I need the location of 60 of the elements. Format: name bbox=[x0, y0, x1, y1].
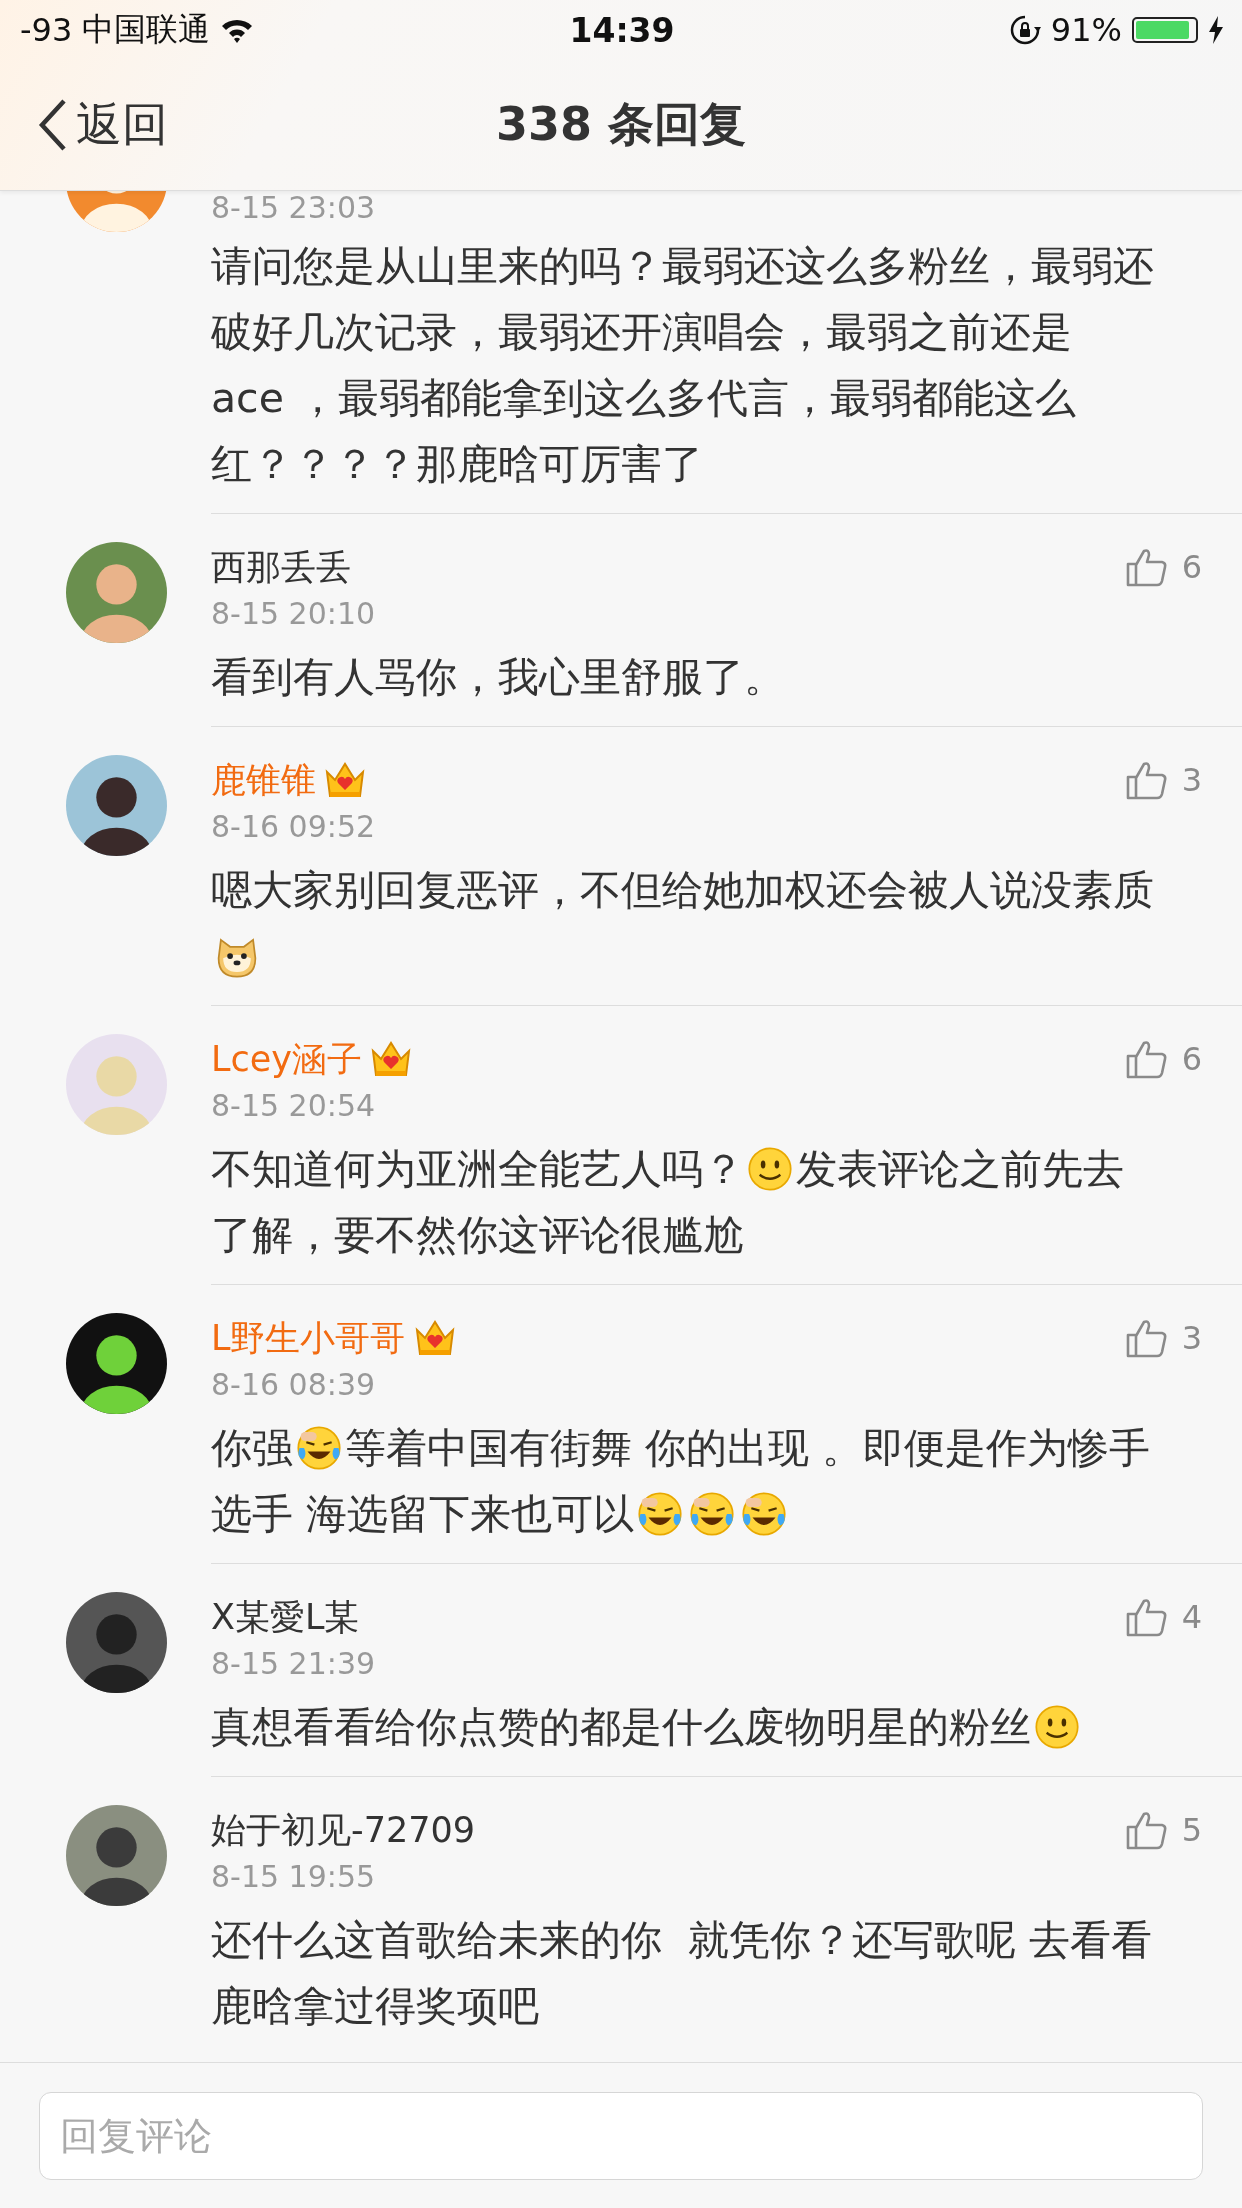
smiley-icon bbox=[1034, 1704, 1080, 1750]
battery-percent: 91% bbox=[1050, 11, 1122, 49]
thumbs-up-icon bbox=[1125, 1318, 1168, 1358]
page-title: 338 条回复 bbox=[496, 96, 746, 153]
back-button[interactable]: 返回 bbox=[28, 85, 178, 165]
like-button[interactable]: 3 bbox=[1125, 760, 1202, 800]
crown-icon bbox=[370, 1039, 412, 1079]
thumbs-up-icon bbox=[1125, 1039, 1168, 1079]
comment-text: 不知道何为亚洲全能艺人吗？ bbox=[211, 1144, 744, 1195]
thumbs-up-icon bbox=[1125, 547, 1168, 587]
comment-date: 8-16 08:39 bbox=[211, 1366, 377, 1404]
comment-text: 还什么这首歌给未来的你 就凭你？还写歌呢 去看看 bbox=[211, 1915, 1153, 1966]
comment-text: 选手 海选留下来也可以 bbox=[211, 1489, 635, 1540]
comment-date: 8-15 21:39 bbox=[211, 1645, 377, 1683]
comment-text: 请问您是从山里来的吗？最弱还这么多粉丝，最弱还 bbox=[211, 241, 1154, 292]
carrier-name: 中国联通 bbox=[82, 9, 211, 50]
user-name[interactable]: X某愛L某 bbox=[211, 1593, 360, 1641]
reply-input[interactable]: 回复评论 bbox=[39, 2091, 1203, 2180]
comment-text: 真想看看给你点赞的都是什么废物明星的粉丝 bbox=[211, 1702, 1031, 1753]
comment-date: 8-16 09:52 bbox=[211, 808, 377, 846]
like-button[interactable]: 6 bbox=[1125, 1039, 1202, 1079]
comment-text: ace ，最弱都能拿到这么多代言，最弱都能这么 bbox=[211, 373, 1076, 424]
comment-text: 嗯大家别回复恶评，不但给她加权还会被人说没素质 bbox=[211, 865, 1154, 916]
wifi-icon bbox=[220, 17, 255, 43]
crown-icon bbox=[413, 1318, 456, 1358]
user-name[interactable]: L野生小哥哥 bbox=[211, 1314, 406, 1362]
comment-text: 你强 bbox=[211, 1423, 293, 1474]
comment-date: 8-15 20:54 bbox=[211, 1087, 377, 1125]
comment-text: 红？？？？那鹿晗可厉害了 bbox=[211, 439, 703, 490]
user-name[interactable]: 始于初见-72709 bbox=[211, 1806, 475, 1854]
user-name[interactable]: 西那丢丢 bbox=[211, 543, 351, 591]
comment-text: 鹿晗拿过得奖项吧 bbox=[211, 1981, 539, 2032]
chevron-left-icon bbox=[38, 98, 68, 152]
comment-date: 8-15 23:03 bbox=[211, 191, 377, 225]
like-button[interactable]: 6 bbox=[1125, 547, 1202, 587]
laughing-crying-icon bbox=[689, 1491, 736, 1537]
comment-text: 等着中国有街舞 你的出现 。即便是作为惨手 bbox=[345, 1423, 1151, 1474]
crown-icon bbox=[324, 760, 366, 800]
laughing-crying-icon bbox=[637, 1491, 684, 1537]
battery-icon bbox=[1132, 17, 1198, 43]
laughing-crying-icon bbox=[296, 1425, 342, 1471]
clock-time: 14:39 bbox=[569, 10, 675, 50]
comment-text: 破好几次记录，最弱还开演唱会，最弱之前还是 bbox=[211, 307, 1072, 358]
comment-text: 看到有人骂你，我心里舒服了。 bbox=[211, 652, 785, 703]
user-name[interactable]: 鹿锥锥 bbox=[211, 756, 316, 804]
comment-date: 8-15 19:55 bbox=[211, 1858, 377, 1896]
comment-text: 了解，要不然你这评论很尴尬 bbox=[211, 1210, 744, 1261]
comment-text: 发表评论之前先去 bbox=[796, 1144, 1124, 1195]
rotation-lock-icon bbox=[1008, 14, 1041, 46]
like-button[interactable]: 5 bbox=[1125, 1810, 1202, 1850]
thumbs-up-icon bbox=[1125, 760, 1168, 800]
signal-strength: -93 bbox=[20, 11, 73, 49]
comment-date: 8-15 20:10 bbox=[211, 595, 377, 633]
laughing-crying-icon bbox=[741, 1491, 788, 1537]
smiley-icon bbox=[747, 1146, 793, 1192]
user-name[interactable]: Lcey涵子 bbox=[211, 1035, 362, 1083]
thumbs-up-icon bbox=[1125, 1597, 1168, 1637]
thumbs-up-icon bbox=[1125, 1810, 1168, 1850]
like-button[interactable]: 4 bbox=[1125, 1597, 1202, 1637]
like-button[interactable]: 3 bbox=[1125, 1318, 1202, 1358]
